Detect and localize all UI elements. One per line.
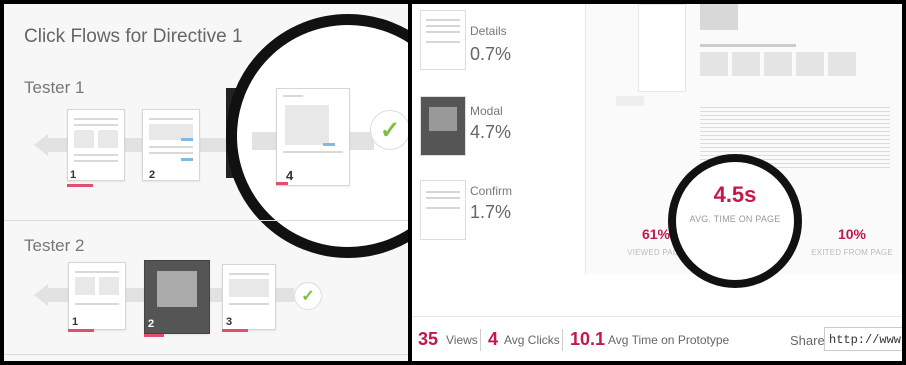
page-thumbnail[interactable] bbox=[420, 10, 466, 70]
step-number: 2 bbox=[148, 318, 155, 330]
checkmark-icon: ✓ bbox=[370, 110, 408, 150]
step-number: 1 bbox=[70, 169, 77, 181]
checkmark-icon: ✓ bbox=[294, 282, 322, 310]
page-thumbnail[interactable] bbox=[420, 96, 466, 156]
avg-clicks-value: 4 bbox=[488, 329, 499, 349]
page-analytics-panel: Details 0.7% Modal 4.7% Confirm 1.7% 61%… bbox=[412, 4, 902, 361]
page-percent: 0.7% bbox=[470, 44, 512, 64]
step-indicator bbox=[68, 329, 94, 332]
share-url-input[interactable]: http://www.so bbox=[824, 327, 902, 351]
avg-time-value: 10.1 bbox=[570, 329, 606, 349]
step-number: 1 bbox=[72, 316, 79, 328]
views-value: 35 bbox=[418, 329, 439, 349]
preview-card bbox=[796, 52, 824, 76]
footer-separator bbox=[480, 329, 481, 351]
preview-button bbox=[616, 96, 644, 106]
page-name: Confirm bbox=[470, 184, 513, 198]
step-number: 3 bbox=[226, 316, 233, 328]
section-divider bbox=[4, 220, 408, 221]
stat-exited-page: 10% EXITED FROM PAGE bbox=[811, 226, 893, 257]
tester-1-label: Tester 1 bbox=[24, 78, 85, 97]
page-name: Modal bbox=[470, 104, 503, 118]
preview-card bbox=[732, 52, 760, 76]
stat-avg-time-on-page: 4.5s AVG. TIME ON PAGE bbox=[689, 182, 781, 224]
step-indicator bbox=[222, 329, 248, 332]
avg-clicks-label: Avg Clicks bbox=[504, 333, 560, 347]
step-indicator bbox=[276, 182, 288, 185]
share-label: Share bbox=[790, 333, 825, 348]
summary-footer: 35 Views 4 Avg Clicks 10.1 Avg Time on P… bbox=[412, 316, 902, 361]
page-thumbnail[interactable] bbox=[420, 180, 466, 240]
tester-2-label: Tester 2 bbox=[24, 236, 85, 255]
page-name: Details bbox=[470, 24, 507, 38]
section-divider bbox=[4, 354, 408, 355]
page-percent: 4.7% bbox=[470, 122, 512, 142]
footer-separator bbox=[562, 329, 563, 351]
preview-card bbox=[700, 52, 728, 76]
avg-time-label: Avg Time on Prototype bbox=[608, 333, 730, 347]
step-number: 2 bbox=[149, 169, 156, 181]
preview-image bbox=[700, 4, 738, 30]
preview-heading bbox=[700, 44, 796, 47]
preview-card bbox=[828, 52, 856, 76]
preview-card bbox=[764, 52, 792, 76]
step-indicator bbox=[144, 334, 164, 337]
preview-sidebar bbox=[638, 4, 686, 92]
step-indicator bbox=[67, 184, 93, 187]
step-number: 4 bbox=[286, 168, 294, 183]
click-flows-panel: Click Flows for Directive 1 Tester 1 1 2… bbox=[4, 4, 408, 361]
views-label: Views bbox=[446, 333, 478, 347]
page-percent: 1.7% bbox=[470, 202, 512, 222]
page-title: Click Flows for Directive 1 bbox=[24, 26, 243, 47]
